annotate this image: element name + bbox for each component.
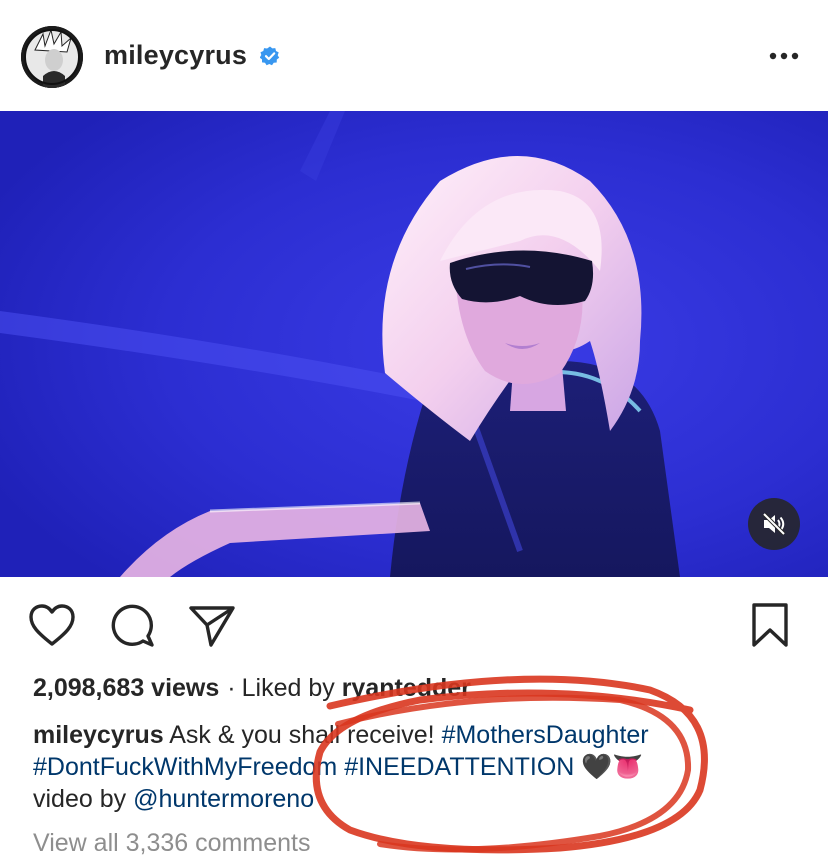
- caption-line-3: video by @huntermoreno: [33, 784, 314, 814]
- hashtag-mothersdaughter[interactable]: #MothersDaughter: [442, 721, 649, 749]
- more-options-icon[interactable]: [764, 44, 804, 68]
- liked-by-user[interactable]: ryantedder: [342, 674, 471, 702]
- bookmark-icon[interactable]: [748, 602, 792, 648]
- caption-line-1: mileycyrus Ask & you shall receive! #Mot…: [33, 720, 649, 750]
- credit-label: video by: [33, 785, 127, 813]
- comment-bubble-icon[interactable]: [110, 603, 156, 649]
- post-video[interactable]: [0, 111, 828, 577]
- credit-mention[interactable]: @huntermoreno: [133, 785, 314, 813]
- paper-plane-icon[interactable]: [188, 603, 236, 649]
- views-and-likes: 2,098,683 views · Liked by ryantedder: [33, 674, 471, 703]
- post-header: mileycyrus: [0, 0, 828, 112]
- avatar[interactable]: [21, 26, 83, 88]
- liked-by-label: Liked by: [241, 674, 335, 702]
- caption-emojis: 🖤👅: [581, 753, 644, 781]
- mute-toggle-button[interactable]: [748, 498, 800, 550]
- post-username[interactable]: mileycyrus: [104, 40, 247, 71]
- caption-text: Ask & you shall receive!: [169, 721, 435, 749]
- heart-icon[interactable]: [28, 603, 76, 649]
- view-all-comments-link[interactable]: View all 3,336 comments: [33, 829, 310, 858]
- video-frame: [0, 111, 828, 577]
- hashtag-ineedattention[interactable]: #INEEDATTENTION: [344, 753, 574, 781]
- speaker-muted-icon: [762, 512, 786, 536]
- caption-line-2: #DontFuckWithMyFreedom #INEEDATTENTION 🖤…: [33, 752, 644, 782]
- hashtag-dontfuckwithmyfreedom[interactable]: #DontFuckWithMyFreedom: [33, 753, 337, 781]
- caption-username[interactable]: mileycyrus: [33, 721, 164, 749]
- view-count[interactable]: 2,098,683 views: [33, 674, 219, 702]
- verified-badge-icon: [259, 46, 280, 66]
- separator-dot: ·: [227, 674, 236, 702]
- instagram-post: mileycyrus 2,098,683 views · Liked by ry…: [0, 0, 828, 858]
